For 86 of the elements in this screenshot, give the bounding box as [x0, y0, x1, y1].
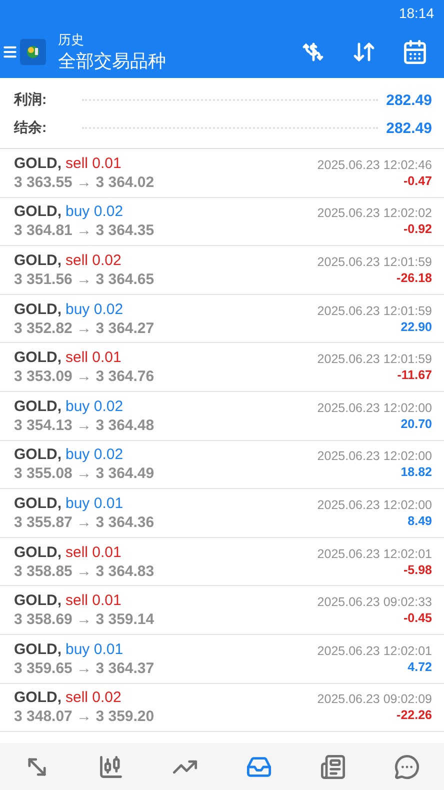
- deal-time: 2025.06.23 12:01:59: [317, 304, 432, 318]
- deal-time: 2025.06.23 09:02:33: [317, 595, 432, 610]
- deal-symbol: GOLD,: [14, 154, 62, 172]
- deal-symbol: GOLD,: [14, 203, 62, 220]
- deal-order: buy 0.01: [66, 640, 124, 658]
- deal-time: 2025.06.23 12:01:59: [317, 352, 432, 366]
- deal-profit: -26.18: [396, 270, 432, 285]
- deal-row[interactable]: GOLD, sell 0.01 3 353.09 → 3 364.76 2025.06.23 12:01:59 -11.67: [0, 343, 444, 392]
- deal-profit: -22.26: [396, 708, 432, 722]
- app-logo-icon: [20, 39, 46, 65]
- summary-label: 结余:: [14, 119, 48, 137]
- deal-prices: 3 355.87 → 3 364.36: [14, 514, 154, 531]
- deal-time: 2025.06.23 12:02:46: [317, 158, 432, 172]
- deal-profit: -0.47: [404, 174, 432, 188]
- deal-order: sell 0.01: [66, 154, 122, 172]
- summary-value: 282.49: [386, 92, 432, 108]
- deal-symbol: GOLD,: [14, 640, 62, 658]
- deal-order: buy 0.01: [66, 494, 124, 512]
- deal-symbol: GOLD,: [14, 252, 62, 269]
- deal-row[interactable]: GOLD, buy 0.02 3 364.81 → 3 364.35 2025.06.23 12:02:02 -0.92: [0, 198, 444, 246]
- deal-order: sell 0.01: [66, 544, 122, 561]
- sort-arrows-icon: [352, 40, 376, 64]
- deal-symbol: GOLD,: [14, 494, 62, 512]
- deal-time: 2025.06.23 12:02:01: [317, 546, 432, 561]
- deal-prices: 3 353.09 → 3 364.76: [14, 368, 154, 386]
- deal-row[interactable]: GOLD, buy 0.01 3 359.65 → 3 364.37 2025.06.23 12:02:01 4.72: [0, 634, 444, 684]
- deal-row[interactable]: GOLD, buy 0.02 3 354.13 → 3 364.48 2025.06.23 12:02:00 20.70: [0, 392, 444, 441]
- deal-prices: 3 359.65 → 3 364.37: [14, 660, 154, 677]
- summary-value: 282.49: [386, 120, 432, 136]
- deal-time: 2025.06.23 12:02:02: [317, 206, 432, 220]
- deal-order: sell 0.01: [66, 349, 122, 366]
- candlestick-icon: [98, 754, 124, 780]
- deal-order: buy 0.02: [66, 300, 124, 318]
- deal-profit: 18.82: [400, 465, 432, 480]
- deal-row[interactable]: GOLD, sell 0.02 3 351.56 → 3 364.65 2025.06.23 12:01:59 -26.18: [0, 246, 444, 295]
- deal-profit: 20.70: [400, 416, 432, 431]
- deal-profit: -0.45: [404, 611, 432, 626]
- summary-label: 利润:: [14, 91, 48, 109]
- deal-profit: 22.90: [400, 320, 432, 334]
- deal-prices: 3 358.69 → 3 359.14: [14, 611, 154, 628]
- deal-time: 2025.06.23 12:02:00: [317, 449, 432, 464]
- deal-symbol: GOLD,: [14, 592, 62, 610]
- deal-symbol: GOLD,: [14, 544, 62, 561]
- deal-prices: 3 364.81 → 3 364.35: [14, 222, 154, 240]
- deal-symbol: GOLD,: [14, 689, 62, 706]
- deal-profit: -5.98: [404, 562, 432, 577]
- deal-symbol: GOLD,: [14, 398, 62, 415]
- deal-order: sell 0.02: [66, 689, 122, 706]
- deal-time: 2025.06.23 12:02:01: [317, 644, 432, 658]
- deal-prices: 3 363.55 → 3 364.02: [14, 174, 154, 191]
- deal-time: 2025.06.23 12:02:00: [317, 400, 432, 415]
- deal-prices: 3 352.82 → 3 364.27: [14, 320, 154, 337]
- deal-symbol: GOLD,: [14, 300, 62, 318]
- deal-order: buy 0.02: [66, 398, 124, 415]
- deal-time: 2025.06.23 12:01:59: [317, 254, 432, 269]
- deal-profit: -11.67: [397, 368, 432, 382]
- deal-order: buy 0.02: [66, 446, 124, 464]
- chat-bubble-icon: [394, 754, 420, 780]
- screen-title: 历史: [58, 31, 85, 49]
- deal-prices: 3 355.08 → 3 364.49: [14, 465, 154, 482]
- deal-row[interactable]: GOLD, buy 0.01 3 355.87 → 3 364.36 2025.06.23 12:02:00 8.49: [0, 489, 444, 538]
- symbol-filter[interactable]: 全部交易品种: [58, 49, 278, 73]
- deal-order: sell 0.01: [66, 592, 122, 610]
- calendar-icon: [402, 39, 428, 65]
- deal-profit: -0.92: [404, 222, 432, 236]
- deal-prices: 3 358.85 → 3 364.83: [14, 562, 154, 580]
- deal-row[interactable]: GOLD, sell 0.02 3 348.07 → 3 359.20 2025.06.23 09:02:09 -22.26: [0, 684, 444, 732]
- deal-row[interactable]: GOLD, buy 0.02 3 352.82 → 3 364.27 2025.06.23 12:01:59 22.90: [0, 294, 444, 344]
- deal-symbol: GOLD,: [14, 349, 62, 366]
- deal-prices: 3 354.13 → 3 364.48: [14, 416, 154, 434]
- menu-glyph-icon: [2, 44, 18, 60]
- deal-order: sell 0.02: [66, 252, 122, 269]
- deal-prices: 3 348.07 → 3 359.20: [14, 708, 154, 726]
- deal-profit: 8.49: [408, 514, 432, 528]
- deal-time: 2025.06.23 09:02:09: [317, 692, 432, 706]
- deal-symbol: GOLD,: [14, 446, 62, 464]
- deal-prices: 3 351.56 → 3 364.65: [14, 270, 154, 288]
- deal-row[interactable]: GOLD, sell 0.01 3 358.85 → 3 364.83 2025.06.23 12:02:01 -5.98: [0, 538, 444, 586]
- deal-time: 2025.06.23 12:02:00: [317, 498, 432, 512]
- newspaper-icon: [320, 754, 346, 780]
- deal-order: buy 0.02: [66, 203, 124, 220]
- deal-profit: 4.72: [408, 660, 432, 674]
- deal-row[interactable]: GOLD, sell 0.01 3 358.69 → 3 359.14 2025.06.23 09:02:33 -0.45: [0, 586, 444, 635]
- deal-row[interactable]: GOLD, sell 0.01 3 363.55 → 3 364.02 2025.06.23 12:02:46 -0.47: [0, 149, 444, 198]
- status-time: 18:14: [398, 5, 434, 21]
- deal-row[interactable]: GOLD, buy 0.02 3 355.08 → 3 364.49 2025.06.23 12:02:00 18.82: [0, 440, 444, 490]
